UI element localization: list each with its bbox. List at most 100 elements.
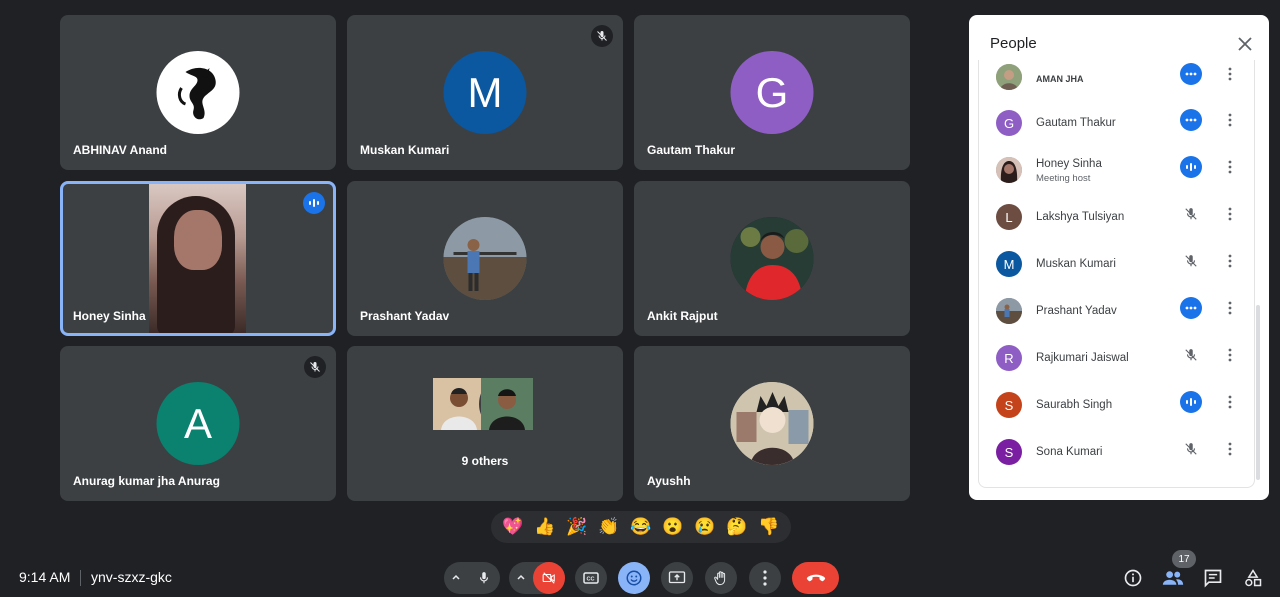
speaking-icon <box>1180 156 1202 178</box>
participant-name: Prashant Yadav <box>360 309 450 323</box>
more-status-icon <box>1180 63 1202 85</box>
video-options-button[interactable] <box>509 562 533 594</box>
more-vert-icon <box>1228 67 1232 81</box>
leave-call-button[interactable] <box>792 562 839 594</box>
participant-menu-button[interactable] <box>1224 438 1236 460</box>
participant-tile[interactable]: G Gautam Thakur <box>634 15 910 170</box>
present-screen-icon <box>668 571 686 584</box>
divider <box>80 570 81 586</box>
mic-off-icon <box>1180 250 1202 272</box>
reactions-button[interactable] <box>618 562 650 594</box>
more-options-button[interactable] <box>749 562 781 594</box>
video-feed <box>149 184 246 333</box>
mic-icon <box>479 572 489 584</box>
camera-control <box>509 562 565 594</box>
participant-menu-button[interactable] <box>1224 109 1236 131</box>
participant-tile[interactable]: A Anurag kumar jha Anurag <box>60 346 336 501</box>
captions-button[interactable]: CC <box>575 562 607 594</box>
close-icon <box>1238 37 1252 51</box>
participant-name: Lakshya Tulsiyan <box>1036 211 1125 223</box>
participant-name: Gautam Thakur <box>647 143 736 157</box>
avatar: M <box>443 51 527 134</box>
participant-name: Honey Sinha <box>73 309 146 323</box>
participant-name: Ankit Rajput <box>647 309 718 323</box>
participant-menu-button[interactable] <box>1224 250 1236 272</box>
reaction-surprised[interactable]: 😮 <box>662 517 683 537</box>
list-item[interactable]: G Gautam Thakur <box>979 106 1256 152</box>
emoji-icon <box>626 570 642 586</box>
participant-menu-button[interactable] <box>1224 391 1236 413</box>
mic-control <box>444 562 500 594</box>
more-vert-icon <box>1228 442 1232 456</box>
panel-scrollbar[interactable] <box>1256 305 1260 480</box>
avatar <box>996 157 1022 183</box>
participant-menu-button[interactable] <box>1224 344 1236 366</box>
more-vert-icon <box>763 570 767 586</box>
reaction-thinking[interactable]: 🤔 <box>726 517 747 537</box>
meeting-code: ynv-szxz-gkc <box>91 569 172 585</box>
avatar: G <box>730 51 814 134</box>
reaction-thumbs-up[interactable]: 👍 <box>534 517 555 537</box>
list-item[interactable]: S Saurabh Singh <box>979 388 1256 434</box>
participant-name: Honey Sinha <box>1036 158 1102 170</box>
chat-button[interactable] <box>1202 567 1224 589</box>
hang-up-icon <box>806 574 825 582</box>
activities-button[interactable] <box>1242 567 1264 589</box>
more-vert-icon <box>1228 254 1232 268</box>
info-icon <box>1124 569 1142 587</box>
panel-title: People <box>990 35 1037 52</box>
more-status-icon <box>1180 297 1202 319</box>
participant-menu-button[interactable] <box>1224 297 1236 319</box>
list-item[interactable]: Honey Sinha Meeting host <box>979 153 1256 199</box>
participant-tile[interactable]: Ayushh <box>634 346 910 501</box>
list-item[interactable]: R Rajkumari Jaiswal <box>979 341 1256 387</box>
more-vert-icon <box>1228 301 1232 315</box>
reaction-party-popper[interactable]: 🎉 <box>566 517 587 537</box>
mic-button[interactable] <box>468 562 500 594</box>
reaction-sparkling-heart[interactable]: 💖 <box>502 517 523 537</box>
participant-name: ABHINAV Anand <box>73 143 167 157</box>
participant-tile[interactable]: Ankit Rajput <box>634 181 910 336</box>
reaction-crying[interactable]: 😢 <box>694 517 715 537</box>
participant-tile-speaking[interactable]: Honey Sinha <box>60 181 336 336</box>
chat-icon <box>1204 569 1222 588</box>
list-item[interactable]: S Sona Kumari <box>979 435 1256 481</box>
close-panel-button[interactable] <box>1235 34 1255 54</box>
present-button[interactable] <box>661 562 693 594</box>
camera-off-button[interactable] <box>533 562 565 594</box>
participant-menu-button[interactable] <box>1224 156 1236 178</box>
participant-menu-button[interactable] <box>1224 203 1236 225</box>
raise-hand-button[interactable] <box>705 562 737 594</box>
others-avatars <box>431 376 539 434</box>
participant-name: AMAN JHA <box>1036 74 1084 84</box>
participant-name: Rajkumari Jaiswal <box>1036 352 1129 364</box>
participant-tile[interactable]: M Muskan Kumari <box>347 15 623 170</box>
list-item[interactable]: L Lakshya Tulsiyan <box>979 200 1256 246</box>
people-button[interactable] <box>1162 567 1184 589</box>
svg-text:CC: CC <box>587 577 595 583</box>
reaction-clapping[interactable]: 👏 <box>598 517 619 537</box>
reaction-thumbs-down[interactable]: 👎 <box>758 517 779 537</box>
participant-menu-button[interactable] <box>1224 63 1236 85</box>
others-tile[interactable]: 9 others <box>347 346 623 501</box>
participant-count-badge: 17 <box>1172 550 1196 568</box>
speaking-icon <box>1180 391 1202 413</box>
mic-off-icon <box>1180 438 1202 460</box>
others-count: 9 others <box>461 454 509 468</box>
list-item[interactable]: M Muskan Kumari <box>979 247 1256 293</box>
participants-list: AMAN JHA G Gautam Thakur Honey Sinha Mee… <box>978 60 1255 488</box>
participant-tile[interactable]: ABHINAV Anand <box>60 15 336 170</box>
audio-options-button[interactable] <box>444 562 468 594</box>
mic-off-icon <box>591 25 613 47</box>
avatar <box>730 382 814 465</box>
reaction-laughing[interactable]: 😂 <box>630 517 651 537</box>
meeting-details-button[interactable] <box>1122 567 1144 589</box>
list-item[interactable]: Prashant Yadav <box>979 294 1256 340</box>
speaking-icon <box>303 192 325 214</box>
more-vert-icon <box>1228 348 1232 362</box>
bottom-toolbar: 9:14 AM ynv-szxz-gkc CC <box>0 557 1280 597</box>
participant-tile[interactable]: Prashant Yadav <box>347 181 623 336</box>
people-panel: People AMAN JHA G Gautam Thakur Honey Si… <box>969 15 1269 500</box>
list-item[interactable]: AMAN JHA <box>979 60 1256 106</box>
avatar: L <box>996 204 1022 230</box>
